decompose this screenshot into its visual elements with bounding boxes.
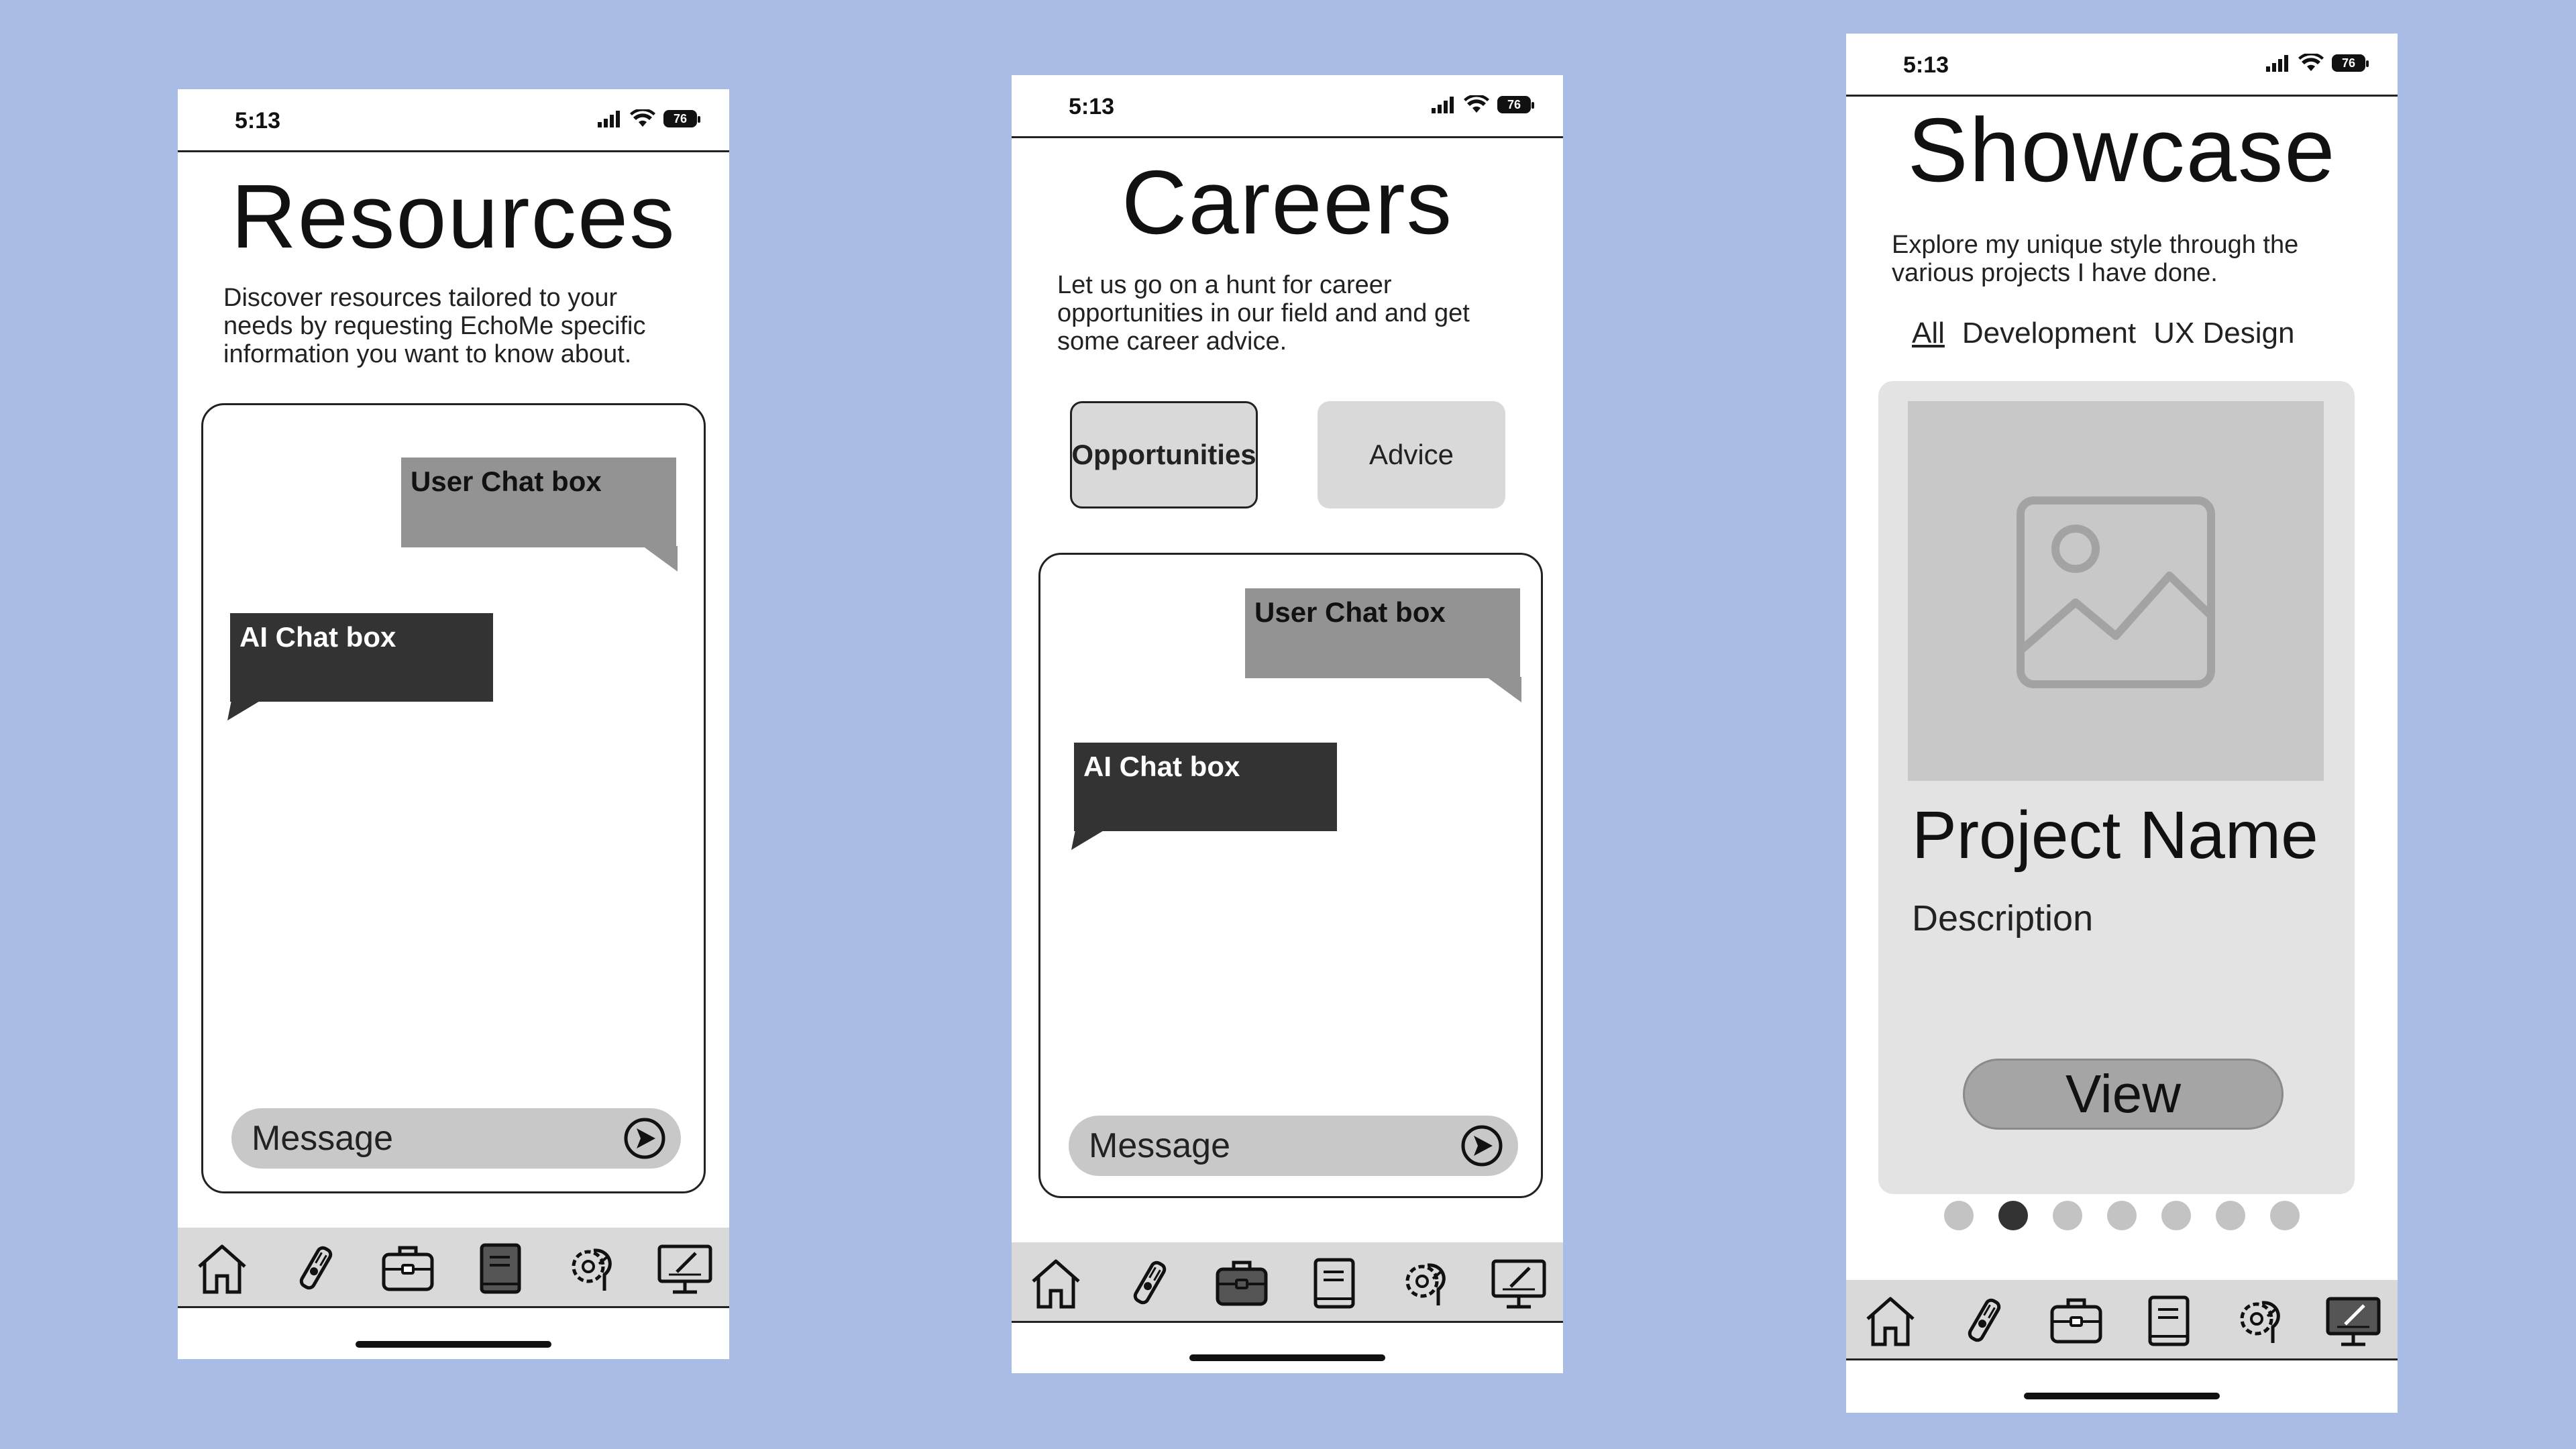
home-indicator [2024, 1393, 2220, 1399]
diploma-icon[interactable] [1953, 1289, 2015, 1351]
status-bar: 5:13 76 [1012, 75, 1563, 138]
home-icon[interactable] [1025, 1252, 1087, 1313]
wifi-icon [630, 109, 655, 127]
send-button[interactable] [1460, 1124, 1503, 1167]
carousel-dot[interactable] [2216, 1201, 2245, 1230]
project-card: Project Name Description View [1878, 381, 2355, 1194]
tab-bar [1846, 1280, 2398, 1360]
chat-panel: User Chat box AI Chat box Message [1038, 553, 1543, 1198]
carousel-dot[interactable] [2107, 1201, 2137, 1230]
carousel-dot[interactable] [1944, 1201, 1974, 1230]
message-input[interactable]: Message [231, 1108, 681, 1169]
brain-gear-icon[interactable] [2230, 1289, 2292, 1351]
brain-gear-icon[interactable] [1395, 1252, 1457, 1313]
message-input[interactable]: Message [1069, 1116, 1518, 1176]
carousel-dots [1944, 1201, 2300, 1230]
wifi-icon [2298, 54, 2324, 71]
carousel-dot[interactable] [2161, 1201, 2191, 1230]
user-chat-bubble: User Chat box [401, 458, 678, 572]
page-title: Showcase [1907, 99, 2337, 201]
status-time: 5:13 [235, 108, 281, 133]
opportunities-button[interactable]: Opportunities [1070, 401, 1258, 508]
bubble-tail [227, 700, 261, 720]
signal-icon [1432, 97, 1454, 113]
signal-icon [2266, 55, 2288, 72]
home-icon[interactable] [1860, 1289, 1921, 1351]
briefcase-icon[interactable] [2045, 1289, 2107, 1351]
tab-bar [1012, 1242, 1563, 1323]
carousel-dot[interactable] [2053, 1201, 2082, 1230]
home-indicator [356, 1341, 551, 1348]
carousel-dot[interactable] [2270, 1201, 2300, 1230]
status-time: 5:13 [1903, 52, 1949, 78]
filter-development[interactable]: Development [1962, 317, 2136, 350]
diploma-icon[interactable] [285, 1237, 347, 1299]
advice-button[interactable]: Advice [1318, 401, 1505, 508]
status-bar: 5:13 76 [178, 89, 729, 152]
status-icons: 76 [2265, 54, 2369, 72]
book-icon[interactable] [2138, 1289, 2200, 1351]
project-name: Project Name [1912, 798, 2318, 873]
tab-bar [178, 1228, 729, 1308]
brain-gear-icon[interactable] [561, 1237, 623, 1299]
ai-chat-bubble: AI Chat box [1071, 743, 1337, 850]
monitor-design-icon[interactable] [2322, 1289, 2384, 1351]
filter-ux-design[interactable]: UX Design [2153, 317, 2294, 350]
filter-tabs: All Development UX Design [1912, 317, 2294, 350]
home-indicator [1189, 1354, 1385, 1361]
briefcase-icon[interactable] [377, 1237, 439, 1299]
battery-icon: 76 [663, 110, 700, 127]
page-description: Explore my unique style through the vari… [1892, 231, 2299, 287]
project-image [1908, 401, 2324, 781]
signal-icon [598, 111, 620, 127]
status-icons: 76 [596, 109, 700, 128]
status-bar: 5:13 76 [1846, 34, 2398, 97]
page-description: Let us go on a hunt for career opportuni… [1057, 271, 1470, 356]
briefcase-icon[interactable] [1211, 1252, 1273, 1313]
chat-panel: User Chat box AI Chat box Message [201, 403, 706, 1193]
bubble-tail [1071, 830, 1105, 850]
book-icon[interactable] [470, 1237, 531, 1299]
page-description: Discover resources tailored to your need… [223, 284, 646, 368]
battery-icon: 76 [1497, 96, 1534, 113]
home-icon[interactable] [191, 1237, 253, 1299]
filter-all[interactable]: All [1912, 317, 1945, 350]
careers-screen: 5:13 76 Careers Let us go on a hunt for … [1012, 75, 1563, 1373]
user-chat-bubble: User Chat box [1245, 588, 1521, 702]
resources-screen: 5:13 76 Resources Discover resources tai… [178, 89, 729, 1359]
project-description: Description [1912, 898, 2094, 938]
bubble-tail [643, 546, 678, 572]
send-button[interactable] [623, 1117, 666, 1160]
page-title: Resources [231, 166, 676, 267]
monitor-design-icon[interactable] [1488, 1252, 1550, 1313]
diploma-icon[interactable] [1119, 1252, 1181, 1313]
battery-icon: 76 [2332, 54, 2369, 72]
book-icon[interactable] [1303, 1252, 1365, 1313]
monitor-design-icon[interactable] [654, 1237, 716, 1299]
page-title: Careers [1121, 152, 1454, 253]
view-button[interactable]: View [1963, 1059, 2284, 1130]
status-time: 5:13 [1069, 94, 1115, 119]
showcase-screen: 5:13 76 Showcase Explore my unique style… [1846, 34, 2398, 1413]
image-placeholder-icon [2017, 496, 2215, 688]
wifi-icon [1464, 95, 1489, 113]
carousel-dot[interactable] [1998, 1201, 2028, 1230]
status-icons: 76 [1430, 95, 1534, 114]
bubble-tail [1487, 677, 1521, 702]
ai-chat-bubble: AI Chat box [227, 613, 493, 720]
